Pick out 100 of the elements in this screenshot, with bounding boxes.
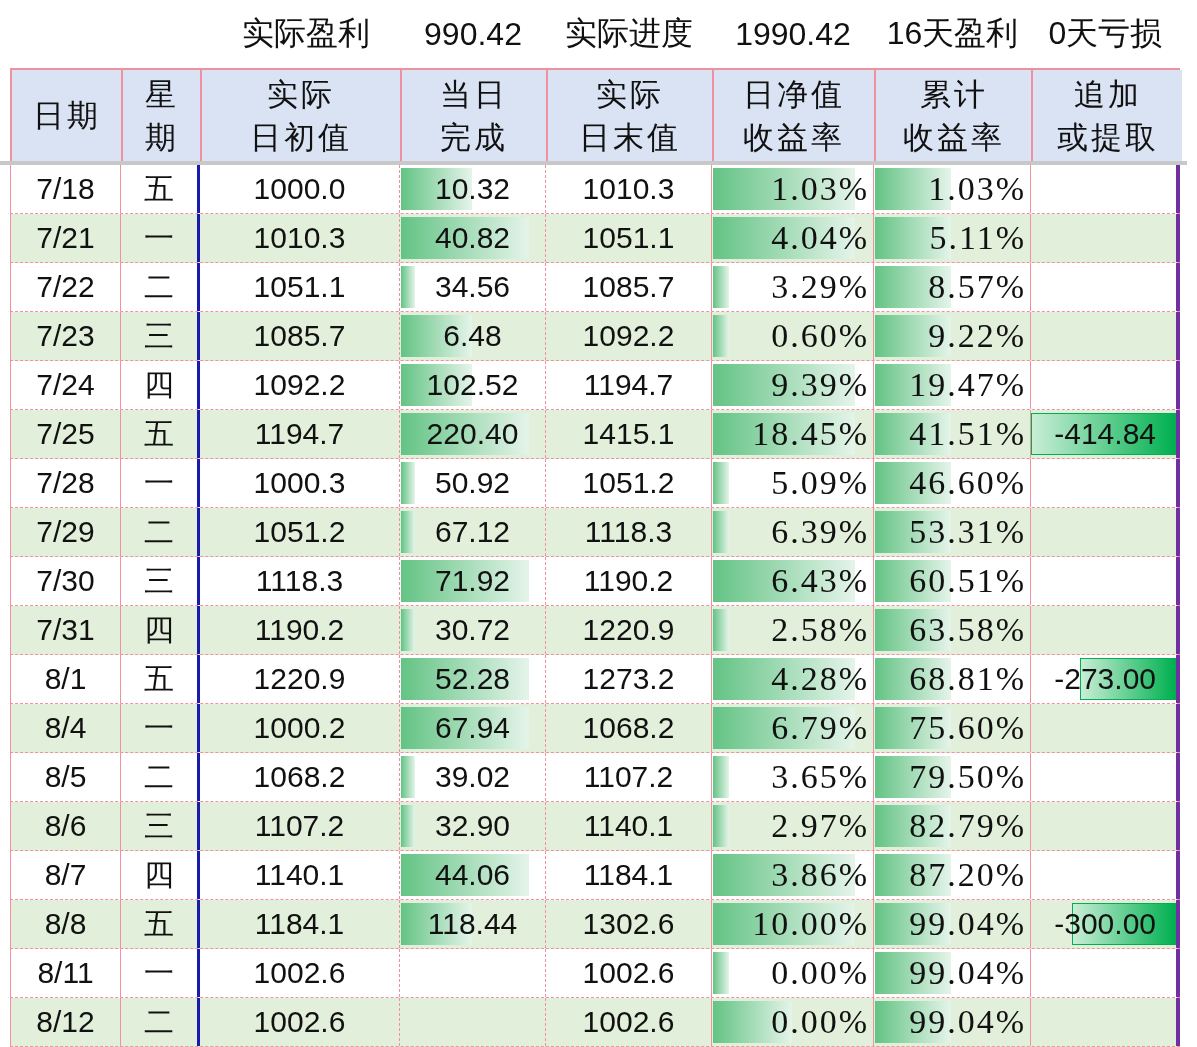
value-text: 99.04% xyxy=(909,954,1026,992)
date-text: 7/18 xyxy=(36,172,95,206)
date-text: 7/31 xyxy=(36,613,95,647)
value-text: 6.79% xyxy=(771,709,869,747)
value-text: 1085.7 xyxy=(582,270,675,304)
value-text: 0.00% xyxy=(771,954,869,992)
weekday-text: 一 xyxy=(144,709,174,746)
value-text: 32.90 xyxy=(434,809,511,843)
value-text: 46.60% xyxy=(909,464,1026,502)
weekday-text: 二 xyxy=(144,268,174,305)
value-text: 3.65% xyxy=(771,758,869,796)
value-text: 87.20% xyxy=(909,856,1026,894)
column-header: 日期 xyxy=(12,70,123,161)
column-header: 星 期 xyxy=(123,70,202,161)
value-text: 1000.0 xyxy=(253,172,346,206)
value-text: 39.02 xyxy=(434,760,511,794)
value-text: 1051.1 xyxy=(253,270,346,304)
value-text: 18.45% xyxy=(752,415,869,453)
value-text: 1085.7 xyxy=(253,319,346,353)
value-text: 1184.1 xyxy=(254,907,345,941)
summary-text: 实际盈利 xyxy=(241,14,371,53)
value-text: 82.79% xyxy=(909,807,1026,845)
value-text: 1068.2 xyxy=(582,711,675,745)
weekday-text: 五 xyxy=(144,905,174,942)
weekday-text: 二 xyxy=(144,758,174,795)
value-text: 1002.6 xyxy=(582,956,675,990)
date-text: 7/23 xyxy=(36,319,95,353)
value-text: 67.12 xyxy=(434,515,511,549)
value-text: 6.43% xyxy=(771,562,869,600)
value-text: 1140.1 xyxy=(583,809,674,843)
weekday-text: 五 xyxy=(144,660,174,697)
value-text: 0.00% xyxy=(771,1003,869,1041)
date-text: 7/29 xyxy=(36,515,95,549)
value-text: 71.92 xyxy=(434,564,511,598)
weekday-text: 三 xyxy=(144,807,174,844)
weekday-text: 一 xyxy=(144,219,174,256)
date-text: 8/7 xyxy=(44,858,87,892)
weekday-text: 一 xyxy=(144,954,174,991)
value-text: 6.48 xyxy=(443,319,502,353)
value-text: 52.28 xyxy=(434,662,511,696)
value-text: 1190.2 xyxy=(583,564,674,598)
value-text: 79.50% xyxy=(909,758,1026,796)
value-text: 30.72 xyxy=(434,613,511,647)
date-text: 8/11 xyxy=(37,956,94,990)
date-text: 7/21 xyxy=(36,221,95,255)
date-text: 8/12 xyxy=(36,1005,95,1039)
value-text: 1051.2 xyxy=(582,466,675,500)
value-text: 1190.2 xyxy=(254,613,345,647)
value-text: 1002.6 xyxy=(253,1005,346,1039)
value-text: 9.22% xyxy=(928,317,1026,355)
value-text: 1140.1 xyxy=(254,858,345,892)
weekday-text: 四 xyxy=(144,611,174,648)
value-text: 1118.3 xyxy=(255,564,344,598)
value-text: 1.03% xyxy=(928,170,1026,208)
value-text: 1220.9 xyxy=(582,613,675,647)
value-text: 41.51% xyxy=(909,415,1026,453)
value-text: 34.56 xyxy=(434,270,511,304)
column-header: 日净值 收益率 xyxy=(714,70,876,161)
value-text: 1184.1 xyxy=(583,858,674,892)
value-text: 5.11% xyxy=(929,219,1026,257)
date-text: 8/5 xyxy=(44,760,87,794)
value-text: 1220.9 xyxy=(253,662,346,696)
value-text: 2.97% xyxy=(771,807,869,845)
value-text: 1092.2 xyxy=(582,319,675,353)
value-text: 1051.2 xyxy=(253,515,346,549)
date-text: 7/24 xyxy=(36,368,95,402)
weekday-text: 五 xyxy=(144,415,174,452)
date-text: 7/30 xyxy=(36,564,95,598)
value-text: 75.60% xyxy=(909,709,1026,747)
weekday-text: 三 xyxy=(144,317,174,354)
value-text: 68.81% xyxy=(909,660,1026,698)
column-header: 追加 或提取 xyxy=(1033,70,1182,161)
value-text: 44.06 xyxy=(434,858,511,892)
value-text: 1302.6 xyxy=(582,907,675,941)
value-text: 67.94 xyxy=(434,711,511,745)
column-header: 当日 完成 xyxy=(402,70,548,161)
value-text: 99.04% xyxy=(909,905,1026,943)
value-text: 8.57% xyxy=(928,268,1026,306)
value-text: 2.58% xyxy=(771,611,869,649)
column-header: 累计 收益率 xyxy=(876,70,1033,161)
date-text: 7/25 xyxy=(36,417,95,451)
value-text: 1273.2 xyxy=(582,662,675,696)
value-text: 6.39% xyxy=(771,513,869,551)
weekday-text: 四 xyxy=(144,856,174,893)
value-text: 10.00% xyxy=(752,905,869,943)
value-text: 60.51% xyxy=(909,562,1026,600)
weekday-text: 一 xyxy=(144,464,174,501)
value-text: 1415.1 xyxy=(582,417,675,451)
value-text: 1002.6 xyxy=(253,956,346,990)
value-text: 5.09% xyxy=(771,464,869,502)
value-text: 19.47% xyxy=(909,366,1026,404)
value-text: 1000.3 xyxy=(253,466,346,500)
value-text: 4.28% xyxy=(771,660,869,698)
value-text: 1010.3 xyxy=(253,221,346,255)
summary-text: 990.42 xyxy=(423,15,523,53)
weekday-text: 五 xyxy=(144,170,174,207)
value-text: 102.52 xyxy=(426,368,519,402)
value-text: 10.32 xyxy=(434,172,511,206)
value-text: 40.82 xyxy=(434,221,511,255)
value-text: 1194.7 xyxy=(254,417,345,451)
